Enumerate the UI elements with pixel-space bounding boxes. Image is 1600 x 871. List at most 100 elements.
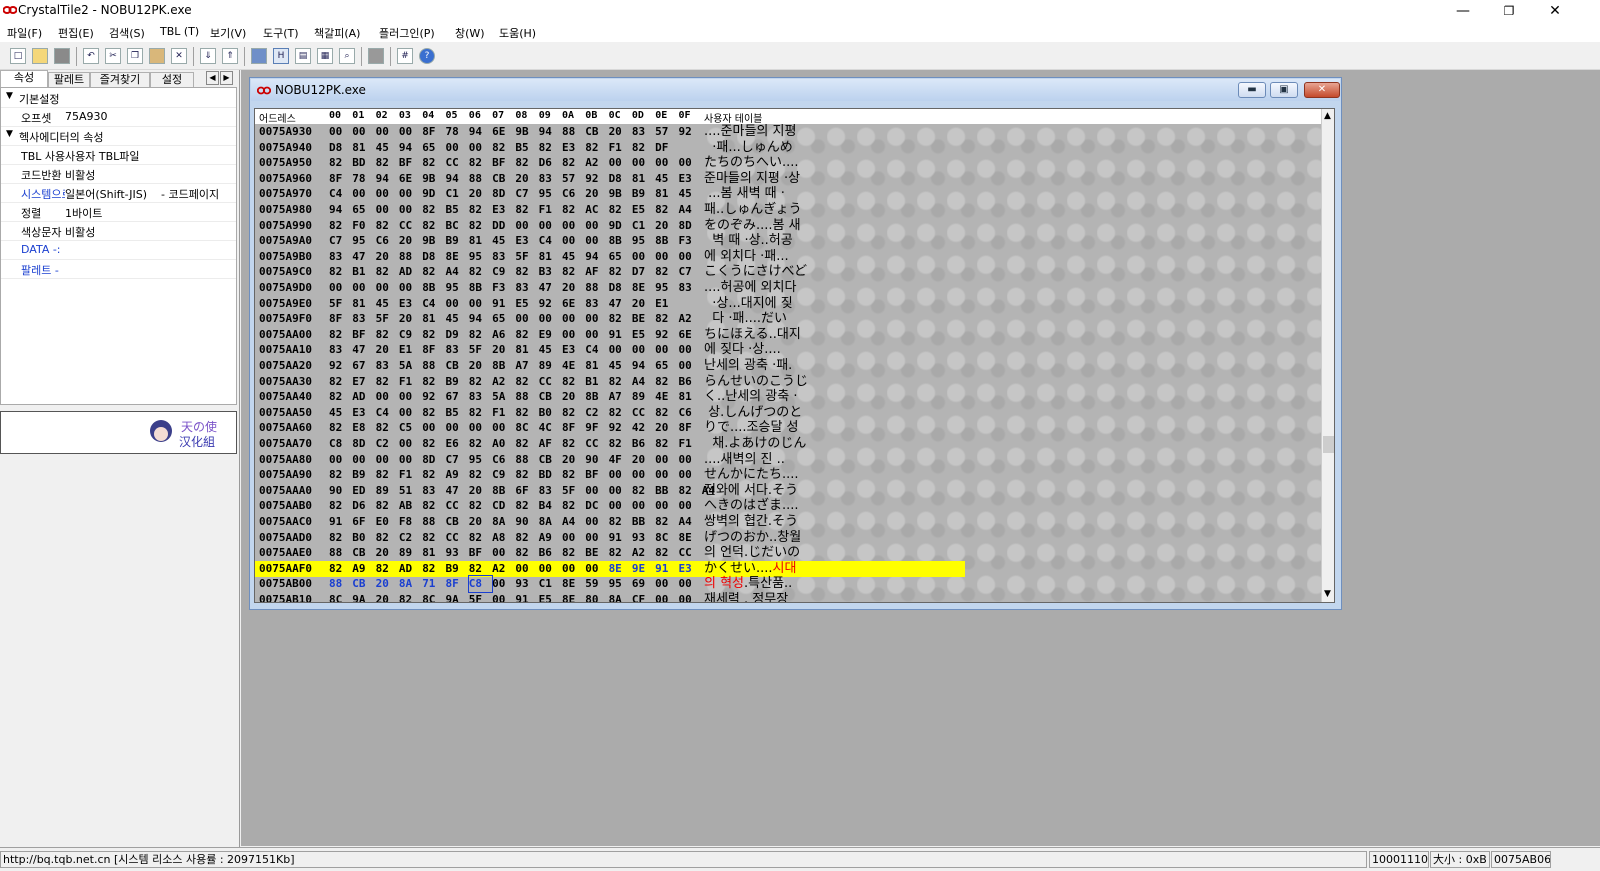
delete-icon[interactable]: ✕ xyxy=(171,48,187,64)
hex-byte[interactable]: 82 xyxy=(515,327,538,343)
hex-byte[interactable]: 82 xyxy=(469,530,492,546)
hex-byte[interactable]: C9 xyxy=(492,264,515,280)
hex-byte[interactable]: 92 xyxy=(329,358,352,374)
hex-row[interactable]: 0075AA10 83 47 20 E1 8F 83 5F 20 81 45 E3 C4 00 00 00 00… xyxy=(255,342,1321,358)
hex-byte[interactable]: 00 xyxy=(585,233,608,249)
hex-byte[interactable]: 65 xyxy=(352,202,375,218)
hex-byte[interactable]: 00 xyxy=(399,405,422,421)
hex-byte[interactable]: B5 xyxy=(445,202,468,218)
hex-byte[interactable]: 91 xyxy=(609,327,632,343)
hex-byte[interactable]: 82 xyxy=(515,436,538,452)
hex-byte[interactable]: 91 xyxy=(329,514,352,530)
hex-byte[interactable]: E5 xyxy=(515,296,538,312)
hex-row[interactable]: 0075A9D0 00 00 00 00 8B 95 8B F3 83 47 20 88 D8 8E 95 83… xyxy=(255,280,1321,296)
hex-byte[interactable]: 92 xyxy=(609,420,632,436)
hex-byte[interactable]: E3 xyxy=(492,202,515,218)
hex-byte[interactable]: 82 xyxy=(655,202,678,218)
hex-byte[interactable]: 82 xyxy=(562,374,585,390)
grid-icon[interactable]: # xyxy=(397,48,413,64)
hex-byte[interactable]: B9 xyxy=(445,233,468,249)
hex-byte[interactable]: 81 xyxy=(585,358,608,374)
hex-byte[interactable]: 8E xyxy=(678,530,701,546)
hex-byte[interactable]: 6E xyxy=(562,296,585,312)
hex-byte[interactable]: C7 xyxy=(329,233,352,249)
hex-row[interactable]: 0075AA90 82 B9 82 F1 82 A9 82 C9 82 BD 82 BF 00 00 00 00… xyxy=(255,467,1321,483)
hex-byte[interactable]: 9B xyxy=(609,186,632,202)
hex-byte[interactable]: 81 xyxy=(422,311,445,327)
hex-byte[interactable]: 9D xyxy=(609,218,632,234)
hex-byte[interactable]: 6E xyxy=(678,327,701,343)
hex-byte[interactable]: 82 xyxy=(329,374,352,390)
prop-system-codepage[interactable]: 시스템으로 일본어(Shift-JIS) - 코드페이지 xyxy=(1,183,236,203)
hex-byte[interactable]: 00 xyxy=(632,467,655,483)
hex-byte[interactable]: 92 xyxy=(655,327,678,343)
hex-byte[interactable]: C7 xyxy=(445,452,468,468)
hex-byte[interactable]: 82 xyxy=(515,405,538,421)
hex-byte[interactable]: 00 xyxy=(492,545,515,561)
hex-byte[interactable]: C2 xyxy=(585,405,608,421)
hex-byte[interactable]: A9 xyxy=(445,467,468,483)
hex-byte[interactable]: 88 xyxy=(422,358,445,374)
hex-byte[interactable]: 20 xyxy=(469,514,492,530)
hex-byte[interactable]: 8B xyxy=(655,233,678,249)
hex-byte[interactable]: 00 xyxy=(632,498,655,514)
hex-byte[interactable]: E3 xyxy=(515,233,538,249)
hex-byte[interactable]: 00 xyxy=(655,576,678,592)
hex-byte[interactable]: 82 xyxy=(655,545,678,561)
hex-byte[interactable]: 94 xyxy=(469,311,492,327)
hex-byte[interactable]: D9 xyxy=(445,327,468,343)
hex-byte[interactable]: 00 xyxy=(585,530,608,546)
hex-byte[interactable]: A0 xyxy=(492,436,515,452)
hex-byte[interactable]: 82 xyxy=(329,264,352,280)
hex-byte[interactable]: 20 xyxy=(562,389,585,405)
hex-byte[interactable]: 20 xyxy=(609,124,632,140)
hex-byte[interactable]: 88 xyxy=(329,545,352,561)
hex-byte[interactable]: A4 xyxy=(678,202,701,218)
hex-byte[interactable]: 82 xyxy=(562,498,585,514)
hex-row[interactable]: 0075A9A0 C7 95 C6 20 9B B9 81 45 E3 C4 00 00 8B 95 8B F3… xyxy=(255,233,1321,249)
hex-row[interactable]: 0075A950 82 BD 82 BF 82 CC 82 BF 82 D6 82 A2 00 00 00 00… xyxy=(255,155,1321,171)
hex-byte[interactable]: 00 xyxy=(399,280,422,296)
hex-byte[interactable]: C4 xyxy=(376,405,399,421)
hex-byte[interactable]: 93 xyxy=(445,545,468,561)
hex-byte[interactable]: 00 xyxy=(678,155,701,171)
hex-byte[interactable]: 82 xyxy=(515,545,538,561)
hex-byte[interactable]: 00 xyxy=(632,249,655,265)
hex-byte[interactable]: 00 xyxy=(655,452,678,468)
hex-byte[interactable]: 00 xyxy=(655,249,678,265)
hex-byte[interactable]: F1 xyxy=(609,140,632,156)
hex-byte[interactable]: 82 xyxy=(632,483,655,499)
hex-byte[interactable]: 57 xyxy=(562,171,585,187)
hex-byte[interactable]: 00 xyxy=(609,467,632,483)
hex-byte[interactable]: 65 xyxy=(422,140,445,156)
scroll-down-icon[interactable]: ▼ xyxy=(1324,589,1331,599)
hex-byte[interactable]: 9B xyxy=(515,124,538,140)
hex-byte[interactable]: E1 xyxy=(655,296,678,312)
hex-byte[interactable]: BC xyxy=(445,218,468,234)
hex-byte[interactable]: 82 xyxy=(655,405,678,421)
hex-byte[interactable]: 00 xyxy=(352,280,375,296)
hex-byte[interactable]: 00 xyxy=(655,155,678,171)
hex-byte[interactable]: 92 xyxy=(422,389,445,405)
hex-byte[interactable]: 81 xyxy=(515,342,538,358)
hex-byte[interactable]: F1 xyxy=(492,405,515,421)
hex-byte[interactable]: 94 xyxy=(539,124,562,140)
hex-byte[interactable]: 82 xyxy=(422,218,445,234)
scroll-up-icon[interactable]: ▲ xyxy=(1324,111,1331,121)
hex-byte[interactable]: CB xyxy=(352,545,375,561)
hex-byte[interactable]: 4F xyxy=(609,452,632,468)
hex-byte[interactable]: 8A xyxy=(492,514,515,530)
hex-byte[interactable]: 8C xyxy=(422,592,445,602)
hex-byte[interactable]: 82 xyxy=(678,483,701,499)
hex-byte[interactable]: AD xyxy=(399,264,422,280)
hex-byte[interactable]: 47 xyxy=(445,483,468,499)
hex-byte[interactable]: 8B xyxy=(469,280,492,296)
hex-byte[interactable]: 65 xyxy=(492,311,515,327)
hex-byte[interactable]: 82 xyxy=(469,561,492,577)
hex-byte[interactable]: 00 xyxy=(562,530,585,546)
hex-byte[interactable]: 57 xyxy=(655,124,678,140)
hex-byte[interactable]: 00 xyxy=(562,327,585,343)
hex-byte[interactable]: 45 xyxy=(609,358,632,374)
export-icon[interactable]: ⇑ xyxy=(222,48,238,64)
hex-byte[interactable]: 82 xyxy=(609,545,632,561)
